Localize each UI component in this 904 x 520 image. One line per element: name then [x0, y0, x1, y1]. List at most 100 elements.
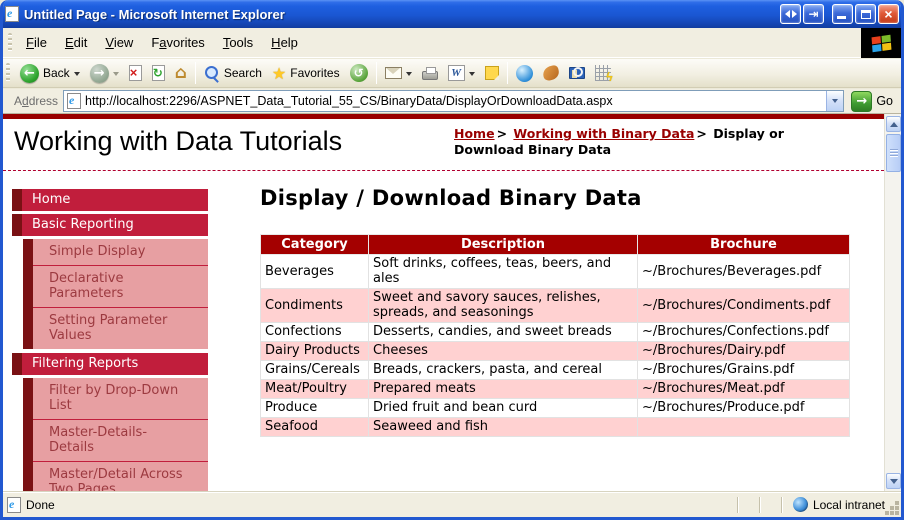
- window-controls: ⇥ ×: [780, 4, 899, 24]
- address-label: Address: [7, 94, 58, 108]
- toolbar-grip[interactable]: [6, 63, 10, 83]
- stop-button[interactable]: ×: [124, 61, 147, 86]
- minimize-button[interactable]: [832, 4, 853, 24]
- sidebar-item-filter-by-dropdown-list[interactable]: Filter by Drop-Down List: [33, 378, 208, 419]
- cell-category: Dairy Products: [261, 342, 369, 361]
- vertical-scrollbar[interactable]: [884, 114, 901, 491]
- mail-button[interactable]: [380, 61, 417, 86]
- address-input[interactable]: http://localhost:2296/ASPNET_Data_Tutori…: [63, 90, 844, 112]
- windows-logo-throbber: [861, 28, 901, 58]
- menu-view[interactable]: View: [96, 32, 142, 53]
- standard-buttons-toolbar: ← Back → × ↻ ⌂ Search ★ Favorites ↺ W: [3, 59, 901, 88]
- status-bar: Done Local intranet: [3, 491, 901, 517]
- breadcrumb: Home> Working with Binary Data> Display …: [454, 126, 852, 158]
- address-url: http://localhost:2296/ASPNET_Data_Tutori…: [85, 94, 822, 108]
- sidebar-item-declarative-parameters[interactable]: Declarative Parameters: [33, 265, 208, 307]
- menu-help[interactable]: Help: [262, 32, 307, 53]
- minimize-icon: [837, 16, 846, 19]
- main-content: Display / Download Binary Data Category …: [260, 186, 866, 437]
- go-button[interactable]: → Go: [849, 91, 899, 112]
- breadcrumb-section-link[interactable]: Working with Binary Data: [513, 126, 694, 141]
- web-page: Working with Data Tutorials Home> Workin…: [3, 114, 884, 491]
- plugin-button[interactable]: [538, 61, 564, 86]
- word-dropdown-icon[interactable]: [469, 72, 475, 79]
- maximize-button[interactable]: [855, 4, 876, 24]
- security-zone-panel: Local intranet: [793, 497, 899, 512]
- sidebar-item-master-details-details[interactable]: Master-Details-Details: [33, 419, 208, 461]
- messenger-button[interactable]: [511, 61, 538, 86]
- scroll-down-button[interactable]: [886, 473, 901, 489]
- toolbar-separator: [507, 62, 508, 84]
- forward-button[interactable]: →: [85, 61, 124, 86]
- home-icon: ⌂: [175, 65, 187, 82]
- research-book-icon: [569, 67, 585, 79]
- home-button[interactable]: ⌂: [170, 61, 192, 86]
- back-button[interactable]: ← Back: [15, 61, 85, 86]
- research-button[interactable]: [564, 61, 590, 86]
- cell-description: Seaweed and fish: [369, 418, 638, 437]
- page-favicon: [67, 93, 81, 109]
- titlebar[interactable]: Untitled Page - Microsoft Internet Explo…: [0, 0, 904, 28]
- sidebar-item-label: Basic Reporting: [22, 214, 208, 236]
- toolbar-grip[interactable]: [8, 33, 12, 53]
- menu-tools[interactable]: Tools: [214, 32, 262, 53]
- menu-file[interactable]: File: [17, 32, 56, 53]
- refresh-button[interactable]: ↻: [147, 61, 170, 86]
- sidebar-item-master-detail-across-two-pages[interactable]: Master/Detail Across Two Pages: [33, 461, 208, 491]
- table-row: Grains/CerealsBreads, crackers, pasta, a…: [261, 361, 850, 380]
- pan-left-right-button[interactable]: [780, 4, 801, 24]
- menu-favorites[interactable]: Favorites: [142, 32, 213, 53]
- detach-window-button[interactable]: ⇥: [803, 4, 824, 24]
- forward-dropdown-icon[interactable]: [113, 72, 119, 79]
- resize-grip[interactable]: [895, 511, 899, 515]
- sidebar-item-home[interactable]: Home: [12, 189, 208, 211]
- close-button[interactable]: ×: [878, 4, 899, 24]
- status-divider: [759, 497, 761, 513]
- mail-dropdown-icon[interactable]: [406, 72, 412, 79]
- address-dropdown-button[interactable]: [826, 91, 843, 111]
- print-button[interactable]: [417, 61, 443, 86]
- scroll-up-button[interactable]: [886, 116, 901, 132]
- print-icon: [422, 71, 438, 80]
- table-row: Dairy ProductsCheeses~/Brochures/Dairy.p…: [261, 342, 850, 361]
- search-button[interactable]: Search: [199, 61, 267, 86]
- note-icon: [485, 66, 499, 80]
- categories-gridview: Category Description Brochure BeveragesS…: [260, 234, 850, 437]
- menu-bar: File Edit View Favorites Tools Help: [3, 28, 901, 58]
- edit-with-word-button[interactable]: W: [443, 61, 480, 86]
- messenger-note-button[interactable]: [480, 61, 504, 86]
- table-row: ConfectionsDesserts, candies, and sweet …: [261, 323, 850, 342]
- back-dropdown-icon[interactable]: [74, 72, 80, 79]
- sidebar-item-simple-display[interactable]: Simple Display: [33, 239, 208, 265]
- table-row: BeveragesSoft drinks, coffees, teas, bee…: [261, 255, 850, 289]
- cell-brochure: ~/Brochures/Dairy.pdf: [638, 342, 850, 361]
- cell-description: Dried fruit and bean curd: [369, 399, 638, 418]
- cell-brochure: ~/Brochures/Beverages.pdf: [638, 255, 850, 289]
- history-button[interactable]: ↺: [345, 61, 373, 86]
- validator-button[interactable]: [590, 61, 616, 86]
- favorites-button[interactable]: ★ Favorites: [267, 61, 345, 86]
- breadcrumb-home-link[interactable]: Home: [454, 126, 495, 141]
- chevron-up-icon: [890, 118, 898, 127]
- forward-icon: →: [90, 64, 109, 83]
- cell-category: Produce: [261, 399, 369, 418]
- cell-category: Meat/Poultry: [261, 380, 369, 399]
- cell-brochure: ~/Brochures/Condiments.pdf: [638, 289, 850, 323]
- cell-description: Soft drinks, coffees, teas, beers, and a…: [369, 255, 638, 289]
- cell-brochure: ~/Brochures/Confections.pdf: [638, 323, 850, 342]
- menu-edit[interactable]: Edit: [56, 32, 96, 53]
- sidebar-item-filtering-reports[interactable]: Filtering Reports: [12, 353, 208, 375]
- scrollbar-thumb[interactable]: [886, 134, 901, 172]
- cell-category: Beverages: [261, 255, 369, 289]
- cell-brochure: ~/Brochures/Produce.pdf: [638, 399, 850, 418]
- sidebar-item-label: Home: [22, 189, 208, 211]
- favorites-label: Favorites: [290, 66, 339, 80]
- history-icon: ↺: [350, 64, 368, 82]
- windows-flag-icon: [871, 34, 891, 52]
- page-header: Working with Data Tutorials Home> Workin…: [3, 119, 884, 171]
- cell-description: Desserts, candies, and sweet breads: [369, 323, 638, 342]
- sidebar-item-basic-reporting[interactable]: Basic Reporting: [12, 214, 208, 236]
- back-label: Back: [43, 66, 70, 80]
- status-divider: [737, 497, 739, 513]
- sidebar-item-setting-parameter-values[interactable]: Setting Parameter Values: [33, 307, 208, 349]
